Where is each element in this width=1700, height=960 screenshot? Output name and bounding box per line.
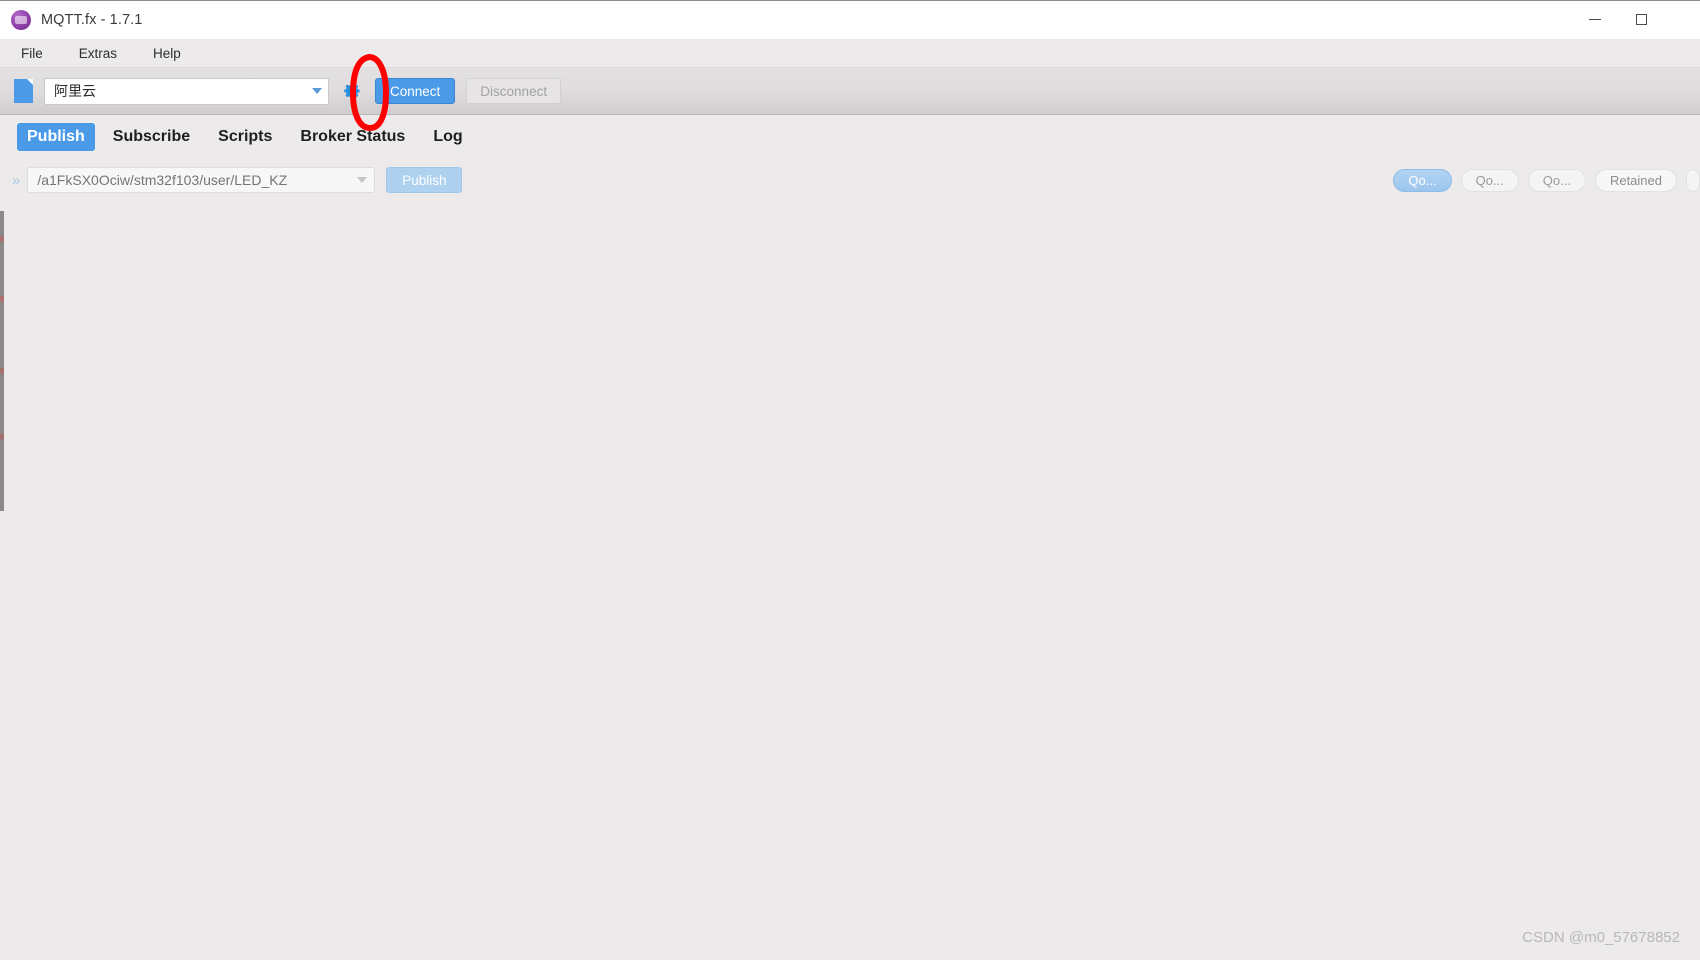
menu-bar: File Extras Help: [0, 39, 1700, 67]
chevron-down-icon[interactable]: [306, 79, 328, 104]
publish-topic-input[interactable]: [28, 171, 351, 189]
left-edge-scroll-strip: [0, 211, 4, 511]
qos-2-button[interactable]: Qo...: [1527, 168, 1586, 192]
menu-item-help[interactable]: Help: [150, 44, 184, 63]
qos-overflow-button[interactable]: [1686, 168, 1700, 192]
tab-bar: Publish Subscribe Scripts Broker Status …: [0, 115, 1700, 159]
maximize-button[interactable]: [1618, 1, 1664, 38]
menu-item-extras[interactable]: Extras: [76, 44, 120, 63]
retained-button[interactable]: Retained: [1594, 168, 1677, 192]
publish-button[interactable]: Publish: [386, 167, 463, 193]
connection-toolbar: 阿里云 Connect Disconnect: [0, 67, 1700, 115]
maximize-icon: [1635, 14, 1647, 25]
window-title: MQTT.fx - 1.7.1: [41, 11, 143, 28]
minimize-icon: [1589, 19, 1601, 20]
publish-message-area[interactable]: CSDN @m0_57678852: [0, 211, 1700, 960]
broker-profile-value: 阿里云: [54, 83, 96, 99]
window-controls: [1572, 1, 1700, 38]
tab-broker-status[interactable]: Broker Status: [290, 123, 415, 151]
application-window: MQTT.fx - 1.7.1 File Extras Help 阿里云 Con…: [0, 0, 1700, 960]
watermark-text: CSDN @m0_57678852: [1522, 929, 1680, 946]
publish-options-group: Qo... Qo... Qo... Retained: [1384, 168, 1700, 192]
broker-file-icon: [14, 79, 33, 103]
tab-subscribe[interactable]: Subscribe: [103, 123, 200, 151]
tab-scripts[interactable]: Scripts: [208, 123, 282, 151]
menu-item-file[interactable]: File: [18, 44, 46, 63]
disconnect-button[interactable]: Disconnect: [466, 78, 562, 104]
qos-0-button[interactable]: Qo...: [1393, 168, 1452, 192]
publish-topic-combo[interactable]: [27, 167, 376, 193]
qos-1-button[interactable]: Qo...: [1460, 168, 1519, 192]
publish-toolbar: » Publish Qo... Qo... Qo... Retained: [0, 159, 1700, 201]
title-bar: MQTT.fx - 1.7.1: [0, 1, 1700, 39]
double-chevron-right-icon[interactable]: »: [12, 172, 20, 189]
mqtt-logo-icon: [11, 9, 31, 30]
connect-button[interactable]: Connect: [375, 78, 456, 104]
gear-icon[interactable]: [337, 76, 367, 106]
broker-profile-select[interactable]: 阿里云: [44, 77, 329, 105]
tab-log[interactable]: Log: [423, 123, 472, 151]
minimize-button[interactable]: [1572, 1, 1618, 38]
chevron-down-icon[interactable]: [350, 168, 374, 192]
titlebar-right-spacer: [1664, 1, 1700, 38]
tab-publish[interactable]: Publish: [17, 123, 95, 151]
